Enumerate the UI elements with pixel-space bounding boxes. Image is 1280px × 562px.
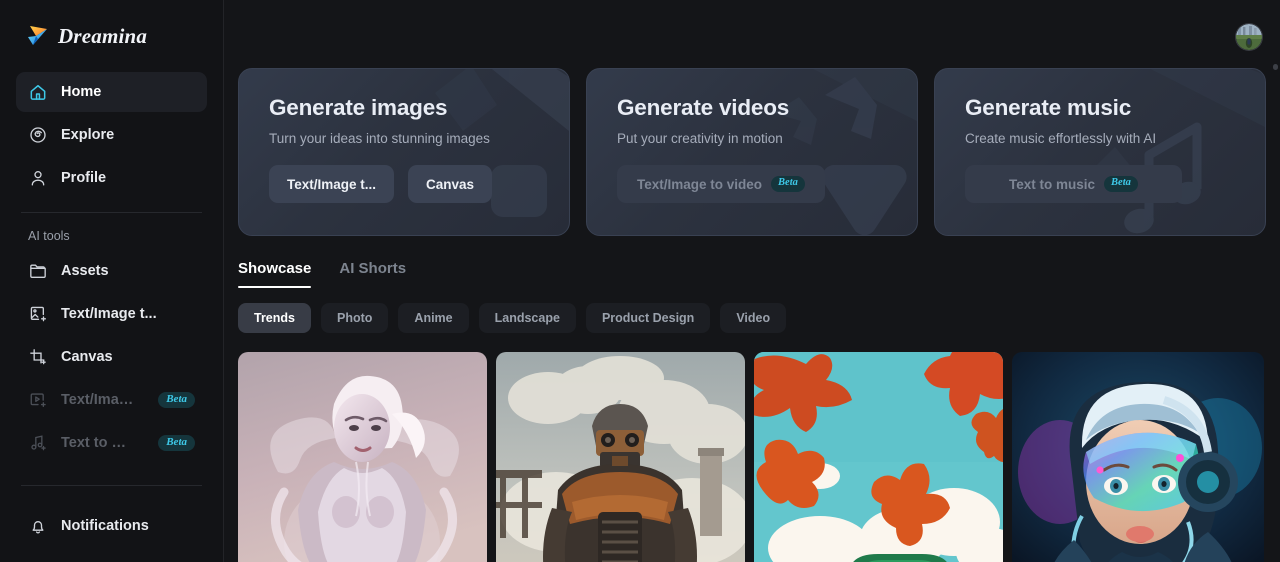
sidebar-item-label: Assets [61,263,109,279]
brand-name: Dreamina [58,23,148,48]
hero-card-row: Generate images Turn your ideas into stu… [238,68,1280,236]
sidebar-item-label: Canvas [61,349,113,365]
filter-chip-row: Trends Photo Anime Landscape Product Des… [238,288,1280,333]
sidebar-item-label: Text/Image t... [61,392,138,408]
sidebar-item-text-image-to-image[interactable]: Text/Image t... [16,294,207,334]
image-deco [239,69,569,235]
chip-video[interactable]: Video [720,303,787,333]
sidebar-item-label: Notifications [61,518,149,534]
chip-label: Product Design [601,311,695,325]
chip-landscape[interactable]: Landscape [478,303,576,333]
avatar[interactable] [1236,24,1262,50]
tab-label: Showcase [238,260,312,277]
sidebar-item-text-image-to-video[interactable]: Text/Image t... Beta [16,380,207,420]
sidebar-item-home[interactable]: Home [16,72,207,112]
sidebar-item-profile[interactable]: Profile [16,158,207,198]
sidebar-item-label: Text to music [61,435,138,451]
hero-button-row: Text to music Beta [965,165,1241,203]
gallery-item[interactable] [1012,352,1264,562]
hero-card-generate-images[interactable]: Generate images Turn your ideas into stu… [238,68,570,236]
music-generate-icon [28,433,48,453]
chip-trends[interactable]: Trends [238,303,311,333]
beta-badge: Beta [1104,176,1138,192]
main-content: Generate images Turn your ideas into stu… [224,0,1280,562]
sidebar-item-label: Text/Image t... [61,306,157,322]
vertical-scrollbar[interactable] [1273,64,1278,70]
hero-button-row: Text/Image t... Canvas [269,165,545,203]
person-icon [28,168,48,188]
hero-subtitle: Put your creativity in motion [617,131,783,146]
bell-icon [28,516,48,536]
button-label: Text/Image to video [637,176,763,192]
sidebar-item-notifications[interactable]: Notifications [16,506,207,546]
button-label: Text/Image t... [287,176,377,192]
hero-title: Generate videos [617,95,790,120]
text-image-to-video-button[interactable]: Text/Image to video Beta [617,165,825,203]
chip-label: Video [736,311,771,325]
hero-subtitle: Turn your ideas into stunning images [269,131,490,146]
gallery-item[interactable] [238,352,487,562]
button-label: Text to music [1009,176,1096,192]
sidebar-item-assets[interactable]: Assets [16,251,207,291]
chip-label: Landscape [494,311,560,325]
hero-button-row: Text/Image to video Beta [617,165,893,203]
gallery-item[interactable] [754,352,1003,562]
chip-product-design[interactable]: Product Design [585,303,711,333]
gallery-item[interactable] [496,352,745,562]
button-label: Canvas [426,176,475,192]
sidebar-item-canvas[interactable]: Canvas [16,337,207,377]
music-deco [935,69,1265,235]
folder-icon [28,261,48,281]
showcase-gallery [238,333,1280,562]
app-root: Dreamina Home Explore Profile AI tools A… [0,0,1280,562]
hero-card-generate-videos[interactable]: Generate videos Put your creativity in m… [586,68,918,236]
sidebar: Dreamina Home Explore Profile AI tools A… [0,0,224,562]
brand-logo[interactable]: Dreamina [16,0,207,72]
tab-showcase[interactable]: Showcase [238,260,312,288]
sidebar-item-label: Explore [61,127,115,143]
beta-badge: Beta [158,392,195,408]
video-deco [587,69,917,235]
chip-label: Photo [337,311,373,325]
canvas-icon [28,347,48,367]
chip-anime[interactable]: Anime [398,303,469,333]
sidebar-item-label: Profile [61,170,107,186]
sidebar-section-label: AI tools [28,229,70,243]
beta-badge: Beta [158,435,195,451]
beta-badge: Beta [771,176,805,192]
sidebar-item-label: Home [61,84,102,100]
text-to-music-button[interactable]: Text to music Beta [965,165,1182,203]
tab-ai-shorts[interactable]: AI Shorts [339,260,406,288]
sidebar-divider-bottom [21,485,202,486]
sidebar-item-text-to-music[interactable]: Text to music Beta [16,423,207,463]
chip-photo[interactable]: Photo [321,303,389,333]
home-icon [28,82,48,102]
video-generate-icon [28,390,48,410]
image-generate-icon [28,304,48,324]
tab-label: AI Shorts [339,260,407,277]
hero-title: Generate music [965,95,1132,120]
sidebar-item-explore[interactable]: Explore [16,115,207,155]
chip-label: Anime [414,311,453,325]
canvas-button[interactable]: Canvas [408,165,493,203]
text-image-to-image-button[interactable]: Text/Image t... [269,165,395,203]
content-scroll-area: Generate images Turn your ideas into stu… [224,0,1280,562]
hero-title: Generate images [269,95,448,120]
chip-label: Trends [254,311,295,325]
hero-card-generate-music[interactable]: Generate music Create music effortlessly… [934,68,1266,236]
compass-icon [28,125,48,145]
hero-subtitle: Create music effortlessly with AI [965,131,1157,146]
dreamina-logo-icon [25,23,51,49]
tab-bar: Showcase AI Shorts [238,236,1280,288]
